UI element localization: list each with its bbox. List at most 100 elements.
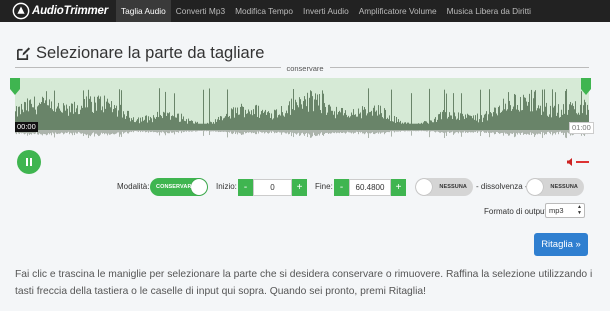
- waveform-reflection-bar: [55, 130, 56, 133]
- waveform-reflection-bar: [496, 130, 497, 133]
- waveform-bar: [472, 118, 473, 130]
- waveform-reflection-bar: [175, 130, 176, 132]
- waveform-bar: [222, 120, 223, 130]
- waveform-reflection-bar: [478, 130, 479, 132]
- waveform-bar: [462, 113, 463, 130]
- waveform-reflection-bar: [348, 130, 349, 133]
- waveform-bar: [564, 113, 565, 130]
- waveform-bar: [195, 121, 196, 130]
- waveform-bar: [285, 113, 286, 130]
- fade-in-toggle[interactable]: NESSUNA: [415, 178, 473, 196]
- waveform-reflection-bar: [324, 130, 325, 135]
- waveform-bar: [453, 93, 454, 130]
- waveform-reflection-bar: [474, 130, 475, 132]
- waveform-reflection-bar: [353, 130, 354, 134]
- waveform-bar: [536, 110, 537, 130]
- fade-out-toggle[interactable]: NESSUNA: [526, 178, 584, 196]
- nav-item-converti-mp3[interactable]: Converti Mp3: [171, 0, 230, 22]
- waveform-reflection-bar: [256, 130, 257, 135]
- end-input[interactable]: 60.4800: [349, 179, 391, 196]
- waveform-reflection-bar: [140, 130, 141, 133]
- waveform-reflection-bar: [402, 130, 403, 131]
- waveform-reflection-bar: [162, 130, 163, 132]
- waveform-reflection-bar: [181, 130, 182, 134]
- waveform-bar: [470, 115, 471, 130]
- nav-item-inverti-audio[interactable]: Inverti Audio: [298, 0, 354, 22]
- waveform-bar: [240, 106, 241, 130]
- start-input[interactable]: 0: [253, 179, 292, 196]
- waveform-bar: [155, 118, 156, 130]
- waveform-reflection-bar: [122, 130, 123, 132]
- waveform-bar: [420, 123, 421, 130]
- waveform-reflection-bar: [57, 130, 58, 135]
- trim-button[interactable]: Ritaglia »: [534, 233, 588, 256]
- waveform-reflection-bar: [137, 130, 138, 132]
- waveform-reflection-bar: [386, 130, 387, 133]
- waveform-reflection-bar: [352, 130, 353, 133]
- nav-item-taglia-audio[interactable]: Taglia Audio: [115, 0, 171, 22]
- waveform-bar: [547, 115, 548, 130]
- waveform-bar: [455, 116, 456, 130]
- waveform-reflection-bar: [294, 130, 295, 134]
- waveform-bar: [406, 123, 407, 130]
- waveform-bar: [347, 117, 348, 130]
- waveform-bar: [312, 96, 313, 130]
- waveform-reflection-bar: [70, 130, 71, 133]
- waveform-reflection-bar: [346, 130, 347, 133]
- waveform-reflection-bar: [379, 130, 380, 133]
- waveform-reflection-bar: [166, 130, 167, 133]
- waveform-bar: [207, 122, 208, 130]
- waveform-bar: [558, 104, 559, 130]
- waveform-reflection-bar: [311, 130, 312, 138]
- waveform-reflection-bar: [39, 130, 40, 134]
- waveform-reflection-bar: [453, 130, 454, 135]
- start-plus-button[interactable]: +: [292, 179, 307, 196]
- waveform-bar: [471, 116, 472, 130]
- end-plus-button[interactable]: +: [391, 179, 406, 196]
- waveform-reflection-bar: [454, 130, 455, 134]
- waveform-reflection-bar: [552, 130, 553, 136]
- waveform-reflection-bar: [172, 130, 173, 133]
- waveform-reflection-bar: [306, 130, 307, 134]
- waveform-reflection-bar: [242, 130, 243, 135]
- waveform-bar: [510, 105, 511, 130]
- start-minus-button[interactable]: -: [238, 179, 253, 196]
- volume-slider[interactable]: [576, 161, 589, 163]
- waveform[interactable]: [15, 78, 589, 139]
- waveform-reflection-bar: [129, 130, 130, 133]
- waveform-bar: [512, 109, 513, 130]
- waveform-reflection-bar: [524, 130, 525, 135]
- time-end: 01:00: [569, 122, 594, 134]
- waveform-reflection-bar: [436, 130, 437, 132]
- nav-item-amplificatore-volume[interactable]: Amplificatore Volume: [354, 0, 442, 22]
- waveform-bar: [430, 120, 431, 130]
- volume-control[interactable]: [567, 158, 589, 166]
- waveform-reflection-bar: [397, 130, 398, 132]
- waveform-bar: [524, 97, 525, 130]
- logo[interactable]: AudioTrimmer: [0, 0, 116, 22]
- waveform-bar: [454, 112, 455, 130]
- waveform-bar: [181, 113, 182, 130]
- format-select[interactable]: mp3 ▲ ▼: [545, 203, 585, 218]
- waveform-bar: [476, 120, 477, 130]
- right-trim-handle[interactable]: [581, 78, 591, 96]
- waveform-bar: [278, 115, 279, 130]
- waveform-reflection-bar: [462, 130, 463, 133]
- nav-item-musica-libera[interactable]: Musica Libera da Diritti: [442, 0, 536, 22]
- waveform-bar: [116, 105, 117, 130]
- pause-button[interactable]: [17, 150, 41, 174]
- nav-item-modifica-tempo[interactable]: Modifica Tempo: [230, 0, 298, 22]
- waveform-bar: [74, 101, 75, 130]
- end-minus-button[interactable]: -: [334, 179, 349, 196]
- waveform-reflection-bar: [270, 130, 271, 132]
- waveform-reflection-bar: [501, 130, 502, 133]
- waveform-reflection-bar: [99, 130, 100, 136]
- waveform-reflection-bar: [293, 130, 294, 138]
- waveform-reflection-bar: [433, 130, 434, 132]
- waveform-bar: [239, 114, 240, 130]
- waveform-bar: [508, 92, 509, 130]
- waveform-bar: [358, 108, 359, 130]
- left-trim-handle[interactable]: [10, 78, 20, 96]
- logo-icon: [12, 2, 30, 20]
- mode-toggle[interactable]: CONSERVARE: [150, 178, 208, 196]
